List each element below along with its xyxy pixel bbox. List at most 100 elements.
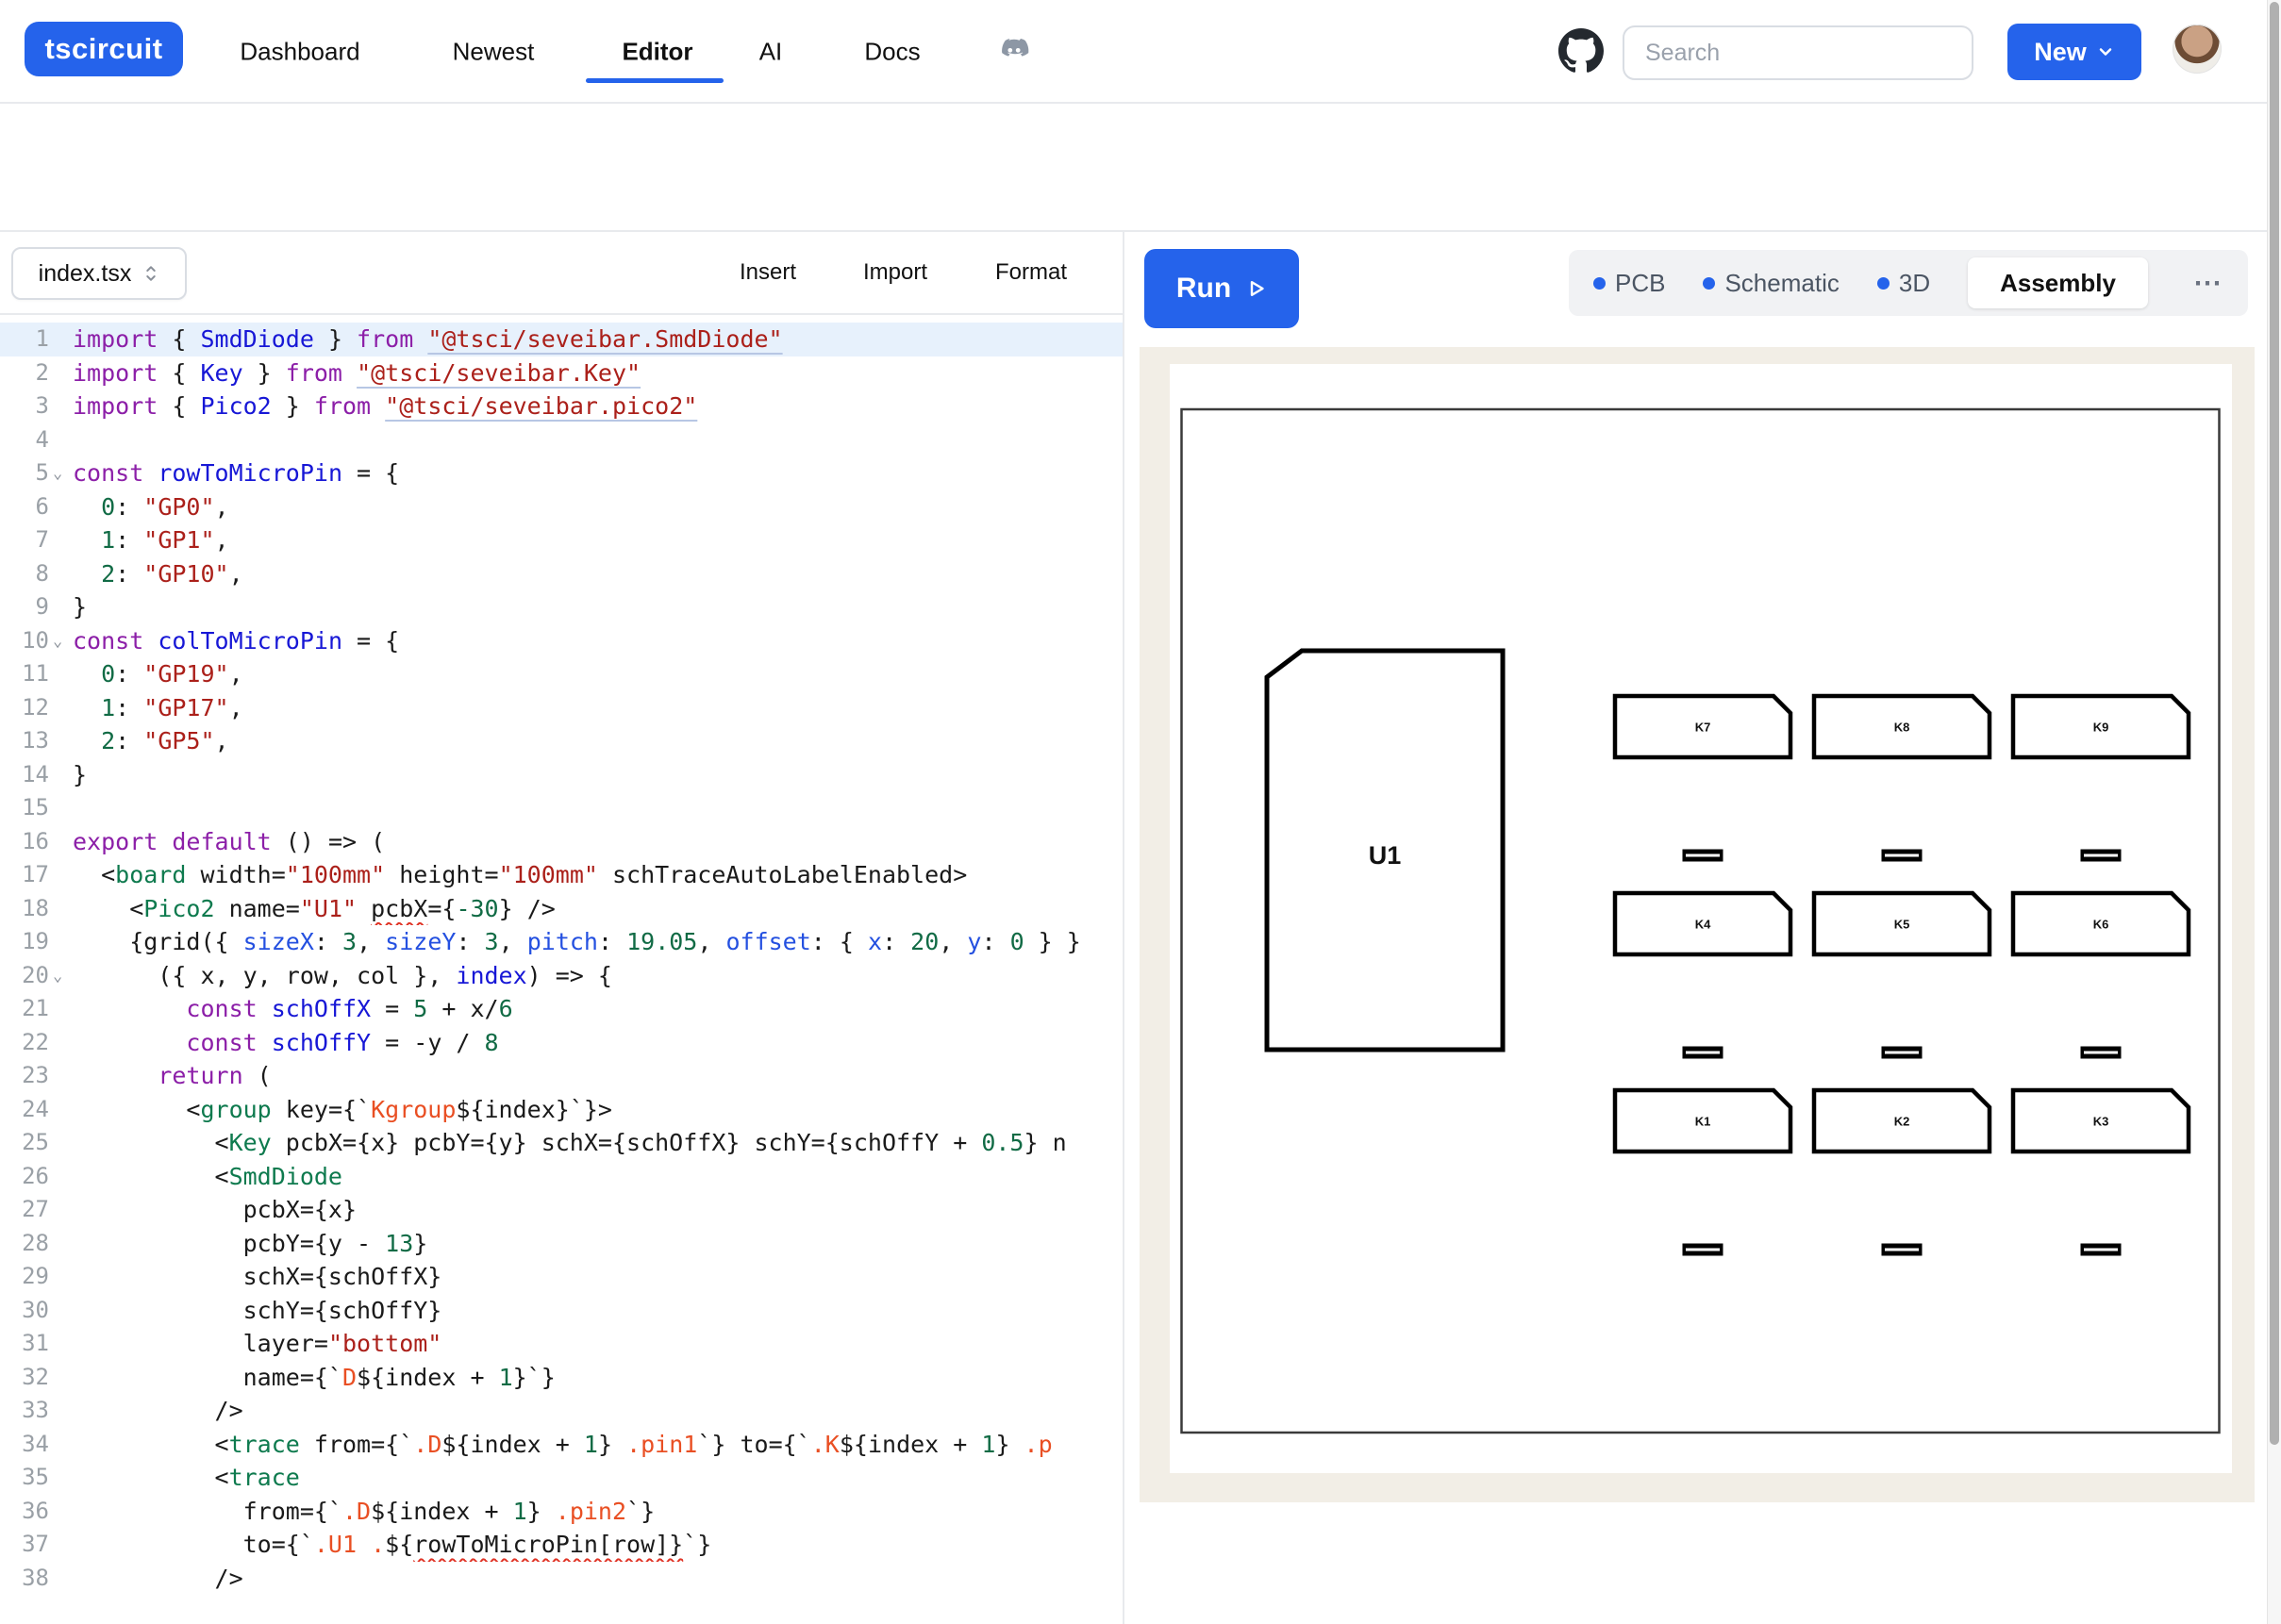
line-number: 30	[0, 1294, 49, 1328]
nav-item-newest[interactable]: Newest	[453, 38, 535, 67]
code-text: import { SmdDiode } from "@tsci/seveibar…	[73, 323, 1123, 356]
code-line[interactable]: 22 const schOffY = -y / 8	[0, 1026, 1123, 1060]
line-number: 22	[0, 1026, 49, 1060]
tab-3d[interactable]: 3D	[1877, 269, 1930, 298]
code-text: />	[73, 1562, 1123, 1596]
code-line[interactable]: 32 name={`D${index + 1}`}	[0, 1361, 1123, 1395]
code-line[interactable]: 5⌄const rowToMicroPin = {	[0, 456, 1123, 490]
code-line[interactable]: 9}	[0, 590, 1123, 624]
diode-slit	[1885, 854, 1919, 857]
nav-item-docs[interactable]: Docs	[864, 38, 920, 67]
code-line[interactable]: 18 <Pico2 name="U1" pcbX={-30} />	[0, 892, 1123, 926]
code-line[interactable]: 38 />	[0, 1562, 1123, 1596]
code-line[interactable]: 14}	[0, 758, 1123, 792]
search-input[interactable]	[1623, 25, 1973, 80]
code-line[interactable]: 2import { Key } from "@tsci/seveibar.Key…	[0, 356, 1123, 390]
code-text: pcbX={x}	[73, 1193, 1123, 1227]
code-line[interactable]: 21 const schOffX = 5 + x/6	[0, 992, 1123, 1026]
tabs-more-button[interactable]: ⋯	[2193, 267, 2223, 300]
code-line[interactable]: 36 from={`.D${index + 1} .pin2`}	[0, 1495, 1123, 1529]
tab-label: Assembly	[2000, 269, 2116, 298]
line-number: 29	[0, 1260, 49, 1294]
tab-pcb[interactable]: PCB	[1593, 269, 1665, 298]
line-number: 3	[0, 389, 49, 423]
code-line[interactable]: 4	[0, 423, 1123, 457]
code-line[interactable]: 35 <trace	[0, 1461, 1123, 1495]
code-line[interactable]: 34 <trace from={`.D${index + 1} .pin1`} …	[0, 1428, 1123, 1462]
nav-item-dashboard[interactable]: Dashboard	[240, 38, 359, 67]
code-line[interactable]: 24 <group key={`Kgroup${index}`}>	[0, 1093, 1123, 1127]
line-number: 11	[0, 657, 49, 691]
editor-menu-import[interactable]: Import	[863, 259, 927, 286]
tab-assembly[interactable]: Assembly	[1968, 257, 2148, 308]
code-line[interactable]: 30 schY={schOffY}	[0, 1294, 1123, 1328]
code-line[interactable]: 31 layer="bottom"	[0, 1327, 1123, 1361]
status-dot	[1703, 277, 1715, 290]
code-line[interactable]: 12 1: "GP17",	[0, 691, 1123, 725]
code-line[interactable]: 15	[0, 791, 1123, 825]
toolbar-divider	[0, 313, 1123, 315]
code-text: pcbY={y - 13}	[73, 1227, 1123, 1261]
code-line[interactable]: 10⌄const colToMicroPin = {	[0, 624, 1123, 658]
file-selector[interactable]: index.tsx	[11, 247, 187, 300]
code-line[interactable]: 20⌄ ({ x, y, row, col }, index) => {	[0, 959, 1123, 993]
code-text: const rowToMicroPin = {	[73, 456, 1123, 490]
diode-slit	[1686, 1052, 1720, 1054]
code-line[interactable]: 19 {grid({ sizeX: 3, sizeY: 3, pitch: 19…	[0, 925, 1123, 959]
diode-slit	[1686, 854, 1720, 857]
code-line[interactable]: 7 1: "GP1",	[0, 523, 1123, 557]
tscircuit-logo[interactable]: tscircuit	[25, 22, 183, 76]
run-button[interactable]: Run	[1144, 249, 1299, 328]
new-button[interactable]: New	[2007, 24, 2141, 80]
avatar[interactable]	[2173, 25, 2222, 74]
code-line[interactable]: 13 2: "GP5",	[0, 724, 1123, 758]
discord-icon[interactable]	[994, 31, 1034, 71]
code-line[interactable]: 16export default () => (	[0, 825, 1123, 859]
editor-menu-insert[interactable]: Insert	[740, 259, 796, 286]
code-text: <Pico2 name="U1" pcbX={-30} />	[73, 892, 1123, 926]
code-line[interactable]: 6 0: "GP0",	[0, 490, 1123, 524]
line-number: 24	[0, 1093, 49, 1127]
editor-menu-format[interactable]: Format	[995, 259, 1067, 286]
code-line[interactable]: 26 <SmdDiode	[0, 1160, 1123, 1194]
line-number: 13	[0, 724, 49, 758]
code-line[interactable]: 1import { SmdDiode } from "@tsci/seveiba…	[0, 323, 1123, 356]
code-editor[interactable]: 1import { SmdDiode } from "@tsci/seveiba…	[0, 323, 1123, 1595]
code-line[interactable]: 23 return (	[0, 1059, 1123, 1093]
code-text: <trace	[73, 1461, 1123, 1495]
code-line[interactable]: 37 to={`.U1 .${rowToMicroPin[row]}`}	[0, 1528, 1123, 1562]
line-number: 8	[0, 557, 49, 591]
status-dot	[1593, 277, 1606, 290]
status-dot	[1877, 277, 1890, 290]
code-text: layer="bottom"	[73, 1327, 1123, 1361]
fold-chevron-icon[interactable]: ⌄	[53, 960, 62, 994]
code-line[interactable]: 8 2: "GP10",	[0, 557, 1123, 591]
code-line[interactable]: 33 />	[0, 1394, 1123, 1428]
diode-slit	[2084, 1249, 2118, 1251]
tab-schematic[interactable]: Schematic	[1703, 269, 1839, 298]
line-number: 34	[0, 1428, 49, 1462]
code-line[interactable]: 17 <board width="100mm" height="100mm" s…	[0, 858, 1123, 892]
code-line[interactable]: 11 0: "GP19",	[0, 657, 1123, 691]
code-line[interactable]: 29 schX={schOffX}	[0, 1260, 1123, 1294]
chevron-down-icon	[2096, 42, 2115, 61]
fold-chevron-icon[interactable]: ⌄	[53, 625, 62, 659]
nav-item-ai[interactable]: AI	[759, 38, 783, 67]
scrollbar-thumb[interactable]	[2270, 2, 2279, 1445]
code-line[interactable]: 25 <Key pcbX={x} pcbY={y} schX={schOffX}…	[0, 1126, 1123, 1160]
code-text: <board width="100mm" height="100mm" schT…	[73, 858, 1123, 892]
page-scrollbar[interactable]	[2267, 0, 2281, 1624]
code-line[interactable]: 27 pcbX={x}	[0, 1193, 1123, 1227]
diode-slit	[1885, 1052, 1919, 1054]
code-line[interactable]: 28 pcbY={y - 13}	[0, 1227, 1123, 1261]
code-text: to={`.U1 .${rowToMicroPin[row]}`}	[73, 1528, 1123, 1562]
nav-item-editor[interactable]: Editor	[622, 38, 692, 67]
fold-chevron-icon[interactable]: ⌄	[53, 457, 62, 491]
line-number: 19	[0, 925, 49, 959]
code-text: }	[73, 590, 1123, 624]
chip-label: U1	[1369, 841, 1402, 870]
assembly-canvas[interactable]: U1K7K8K9K4K5K6K1K2K3	[1140, 347, 2255, 1502]
code-line[interactable]: 3import { Pico2 } from "@tsci/seveibar.p…	[0, 389, 1123, 423]
github-icon[interactable]	[1558, 28, 1604, 74]
line-number: 17	[0, 858, 49, 892]
